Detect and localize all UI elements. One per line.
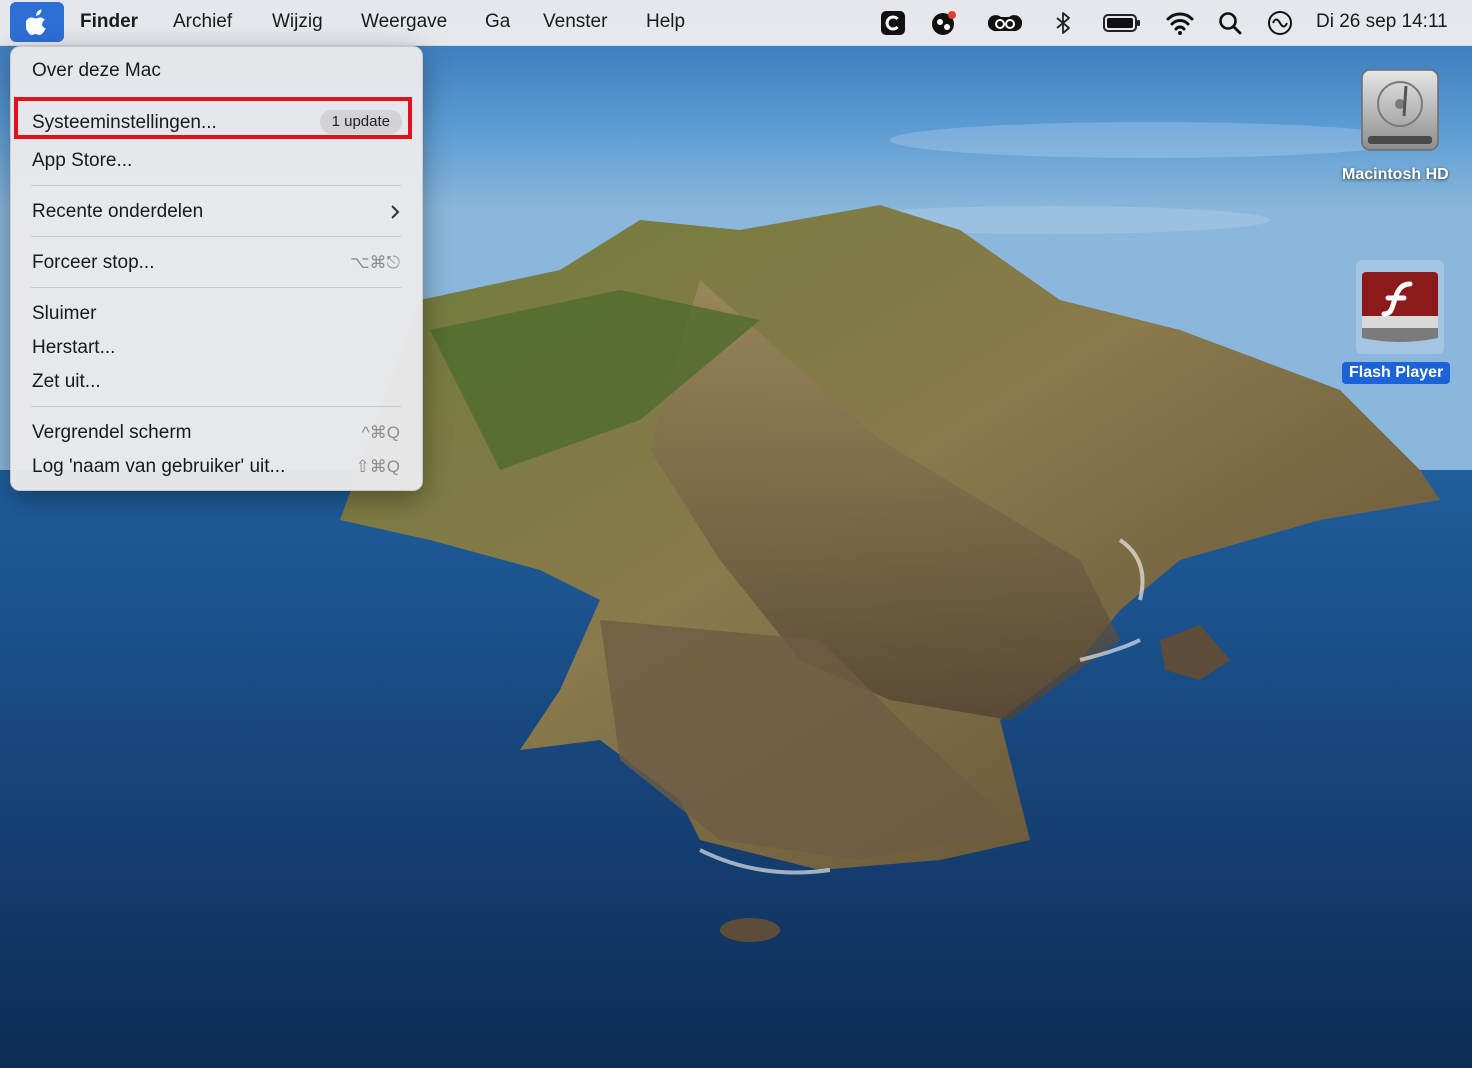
siri-icon[interactable] [1266,9,1294,37]
bluetooth-icon[interactable] [1049,9,1077,37]
menu-separator [31,185,401,186]
menu-help[interactable]: Help [646,11,685,33]
desktop-icon-label: Flash Player [1342,362,1451,384]
c-app-icon[interactable] [879,9,907,37]
apple-menu-dropdown: Over deze Mac Systeeminstellingen... 1 u… [10,46,423,491]
menu-ga[interactable]: Ga [485,11,510,33]
menu-weergave[interactable]: Weergave [361,11,447,33]
battery-icon[interactable] [1102,9,1142,37]
lock-screen-shortcut: ^⌘Q [361,423,400,442]
desktop-icon-flash-player[interactable]: Flash Player [1340,258,1460,388]
menu-item-lock-screen[interactable]: Vergrendel scherm [32,422,191,444]
menu-item-app-store[interactable]: App Store... [32,150,132,172]
menu-item-sleep[interactable]: Sluimer [32,303,96,325]
flash-player-icon [1362,272,1438,342]
menu-item-shutdown[interactable]: Zet uit... [32,371,101,393]
menu-wijzig[interactable]: Wijzig [272,11,323,33]
menu-separator [31,236,401,237]
app-notification-icon[interactable] [930,9,958,37]
menubar-clock[interactable]: Di 26 sep 14:11 [1316,11,1448,33]
menu-archief[interactable]: Archief [173,11,232,33]
desktop-icon-label: Macintosh HD [1342,166,1449,183]
creative-cloud-icon[interactable] [988,9,1022,37]
logout-shortcut: ⇧⌘Q [355,457,400,476]
menu-item-recent-items[interactable]: Recente onderdelen [32,201,203,223]
menu-venster[interactable]: Venster [543,11,607,33]
menu-item-force-quit[interactable]: Forceer stop... [32,252,155,274]
apple-logo-icon [26,9,46,35]
menu-bar: Finder Archief Wijzig Weergave Ga Venste… [0,0,1472,46]
menu-separator [31,287,401,288]
update-badge: 1 update [319,110,402,134]
chevron-right-icon [391,205,400,219]
hard-drive-icon [1361,69,1439,151]
menu-item-logout[interactable]: Log 'naam van gebruiker' uit... [32,456,285,478]
search-icon[interactable] [1216,9,1244,37]
desktop-icon-macintosh-hd[interactable]: Macintosh HD [1340,62,1460,192]
force-quit-shortcut: ⌥⌘⎋ [349,253,400,272]
wifi-icon[interactable] [1166,9,1194,37]
apple-menu-button[interactable] [10,2,64,42]
menu-item-system-settings[interactable]: Systeeminstellingen... [32,112,217,134]
menu-separator [31,406,401,407]
menu-finder[interactable]: Finder [80,11,138,33]
menu-item-about[interactable]: Over deze Mac [32,60,161,82]
menu-item-restart[interactable]: Herstart... [32,337,115,359]
